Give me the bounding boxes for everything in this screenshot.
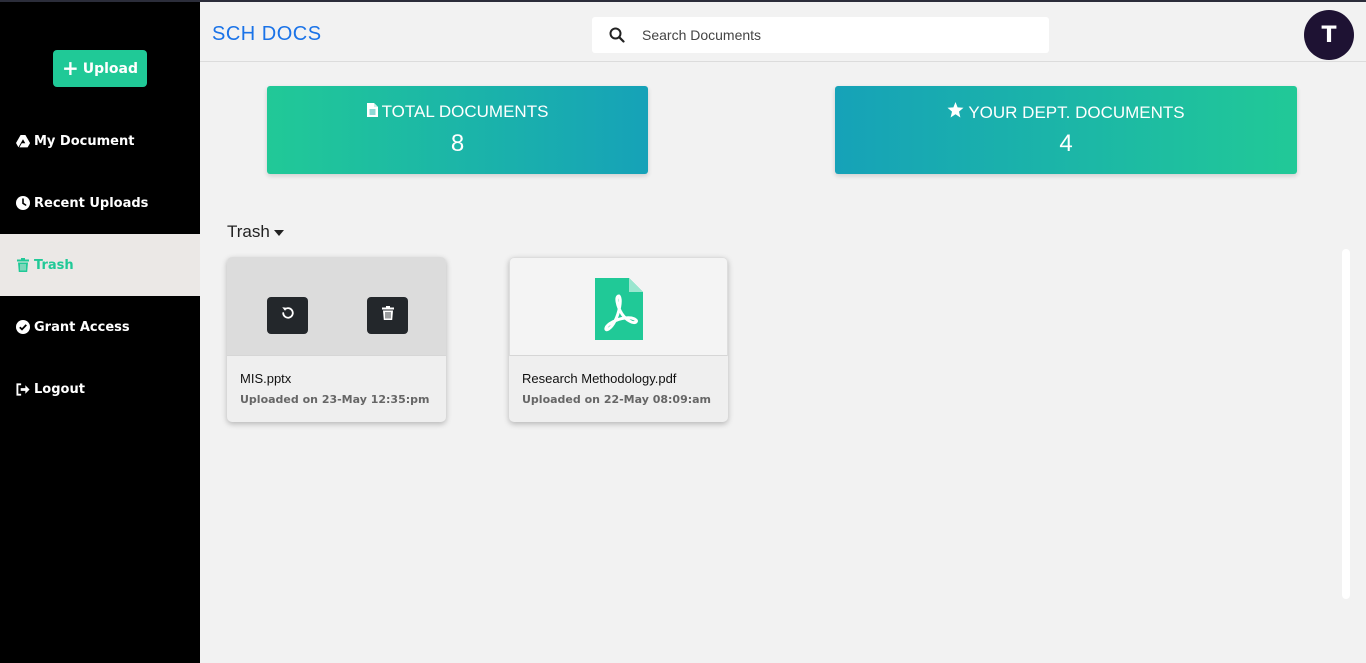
sign-out-icon [16, 382, 30, 396]
upload-button[interactable]: + Upload [53, 50, 147, 87]
file-upload-date: Uploaded on 23-May 12:35:pm [240, 393, 430, 406]
file-card[interactable]: MIS.pptx Uploaded on 23-May 12:35:pm [227, 257, 446, 422]
clock-icon [16, 196, 30, 210]
sidebar-nav: My Document Recent Uploads Trash Grant A… [0, 110, 200, 420]
check-circle-icon [16, 320, 30, 334]
file-name: MIS.pptx [240, 371, 292, 386]
stat-label: TOTAL DOCUMENTS [381, 102, 549, 121]
restore-icon [280, 305, 296, 326]
total-documents-card: TOTAL DOCUMENTS 8 [267, 86, 648, 174]
stat-label: YOUR DEPT. DOCUMENTS [968, 102, 1185, 122]
trash-icon [16, 258, 30, 272]
search-input[interactable] [642, 17, 1032, 53]
stat-value: 4 [1059, 130, 1073, 157]
sidebar-item-trash[interactable]: Trash [0, 234, 200, 296]
section-title: Trash [227, 222, 270, 241]
file-name: Research Methodology.pdf [522, 371, 677, 386]
dept-documents-card: YOUR DEPT. DOCUMENTS 4 [835, 86, 1297, 174]
file-upload-date: Uploaded on 22-May 08:09:am [522, 393, 712, 406]
file-thumbnail [509, 257, 728, 356]
stat-value: 8 [450, 130, 465, 157]
sidebar-item-label: Trash [34, 257, 74, 273]
stat-title: TOTAL DOCUMENTS [267, 102, 648, 122]
file-card[interactable]: Research Methodology.pdf Uploaded on 22-… [509, 257, 728, 422]
sidebar-item-label: My Document [34, 133, 135, 149]
sidebar-item-my-document[interactable]: My Document [0, 110, 200, 172]
sidebar-item-grant-access[interactable]: Grant Access [0, 296, 200, 358]
top-border [0, 0, 1366, 2]
upload-label: Upload [82, 60, 139, 77]
restore-button[interactable] [267, 297, 308, 334]
avatar[interactable]: T [1304, 10, 1354, 60]
plus-icon: + [61, 55, 79, 80]
scrollbar[interactable] [1342, 249, 1350, 599]
top-header: SCH DOCS T [200, 2, 1366, 62]
delete-icon [381, 306, 394, 325]
search-icon[interactable] [592, 17, 642, 53]
search-bar [592, 17, 1049, 53]
star-icon [947, 102, 964, 123]
drive-icon [16, 134, 30, 148]
stat-title: YOUR DEPT. DOCUMENTS [835, 102, 1297, 123]
sidebar-item-label: Recent Uploads [34, 195, 149, 211]
sidebar-item-label: Grant Access [34, 319, 130, 335]
pdf-icon [595, 278, 643, 345]
brand-title[interactable]: SCH DOCS [212, 23, 322, 46]
delete-button[interactable] [367, 297, 408, 334]
file-thumbnail [227, 257, 446, 356]
sidebar: + Upload My Document Recent Uploads Tras… [0, 2, 200, 663]
caret-down-icon [273, 230, 284, 236]
sidebar-item-logout[interactable]: Logout [0, 358, 200, 420]
file-icon [366, 102, 378, 122]
sidebar-item-recent-uploads[interactable]: Recent Uploads [0, 172, 200, 234]
sidebar-item-label: Logout [34, 381, 85, 397]
trash-dropdown[interactable]: Trash [227, 222, 284, 242]
